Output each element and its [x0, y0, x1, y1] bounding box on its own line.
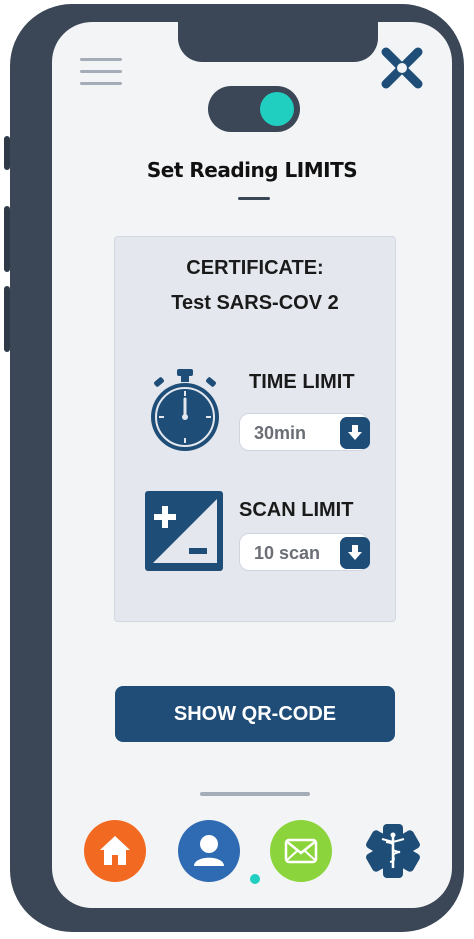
- phone-side-button-volume-up: [4, 206, 10, 272]
- nav-home-button[interactable]: [84, 820, 146, 882]
- user-icon: [194, 835, 224, 866]
- arrow-down-icon[interactable]: [340, 417, 370, 449]
- scan-limit-value: 10 scan: [254, 543, 321, 563]
- certificate-label: CERTIFICATE:: [186, 257, 324, 279]
- plus-minus-icon: [145, 491, 223, 571]
- title-underline: [238, 197, 270, 200]
- nav-divider: [200, 792, 310, 796]
- time-limit-value: 30min: [254, 423, 307, 443]
- phone-notch: [178, 22, 378, 62]
- time-limit-label: TIME LIMIT: [249, 371, 355, 393]
- phone-side-button-top: [4, 136, 10, 170]
- medical-caduceus-icon: [366, 824, 420, 878]
- arrow-down-icon[interactable]: [340, 537, 370, 569]
- active-nav-indicator: [250, 874, 260, 884]
- toggle-knob: [260, 92, 294, 126]
- home-icon: [100, 836, 130, 865]
- mail-icon: [284, 838, 318, 864]
- nav-user-button[interactable]: [178, 820, 240, 882]
- hamburger-menu-icon[interactable]: [80, 58, 122, 90]
- nav-medical-button[interactable]: [362, 820, 424, 882]
- toggle-switch[interactable]: [208, 86, 300, 132]
- phone-frame: Set Reading LIMITS CERTIFICATE: Test SAR…: [4, 4, 464, 932]
- nav-mail-button[interactable]: [270, 820, 332, 882]
- phone-side-button-volume-down: [4, 286, 10, 352]
- show-qr-code-button[interactable]: SHOW QR-CODE: [115, 686, 395, 742]
- close-x-icon[interactable]: [378, 44, 426, 92]
- stopwatch-icon: [151, 369, 219, 451]
- page-title: Set Reading LIMITS: [146, 158, 358, 182]
- certificate-value: Test SARS-COV 2: [171, 292, 339, 314]
- time-limit-select[interactable]: 30min: [239, 413, 370, 451]
- phone-screen: Set Reading LIMITS CERTIFICATE: Test SAR…: [52, 22, 452, 908]
- scan-limit-label: SCAN LIMIT: [239, 499, 354, 521]
- limits-card: CERTIFICATE: Test SARS-COV 2 TIME LIMIT …: [114, 236, 396, 622]
- scan-limit-select[interactable]: 10 scan: [239, 533, 370, 571]
